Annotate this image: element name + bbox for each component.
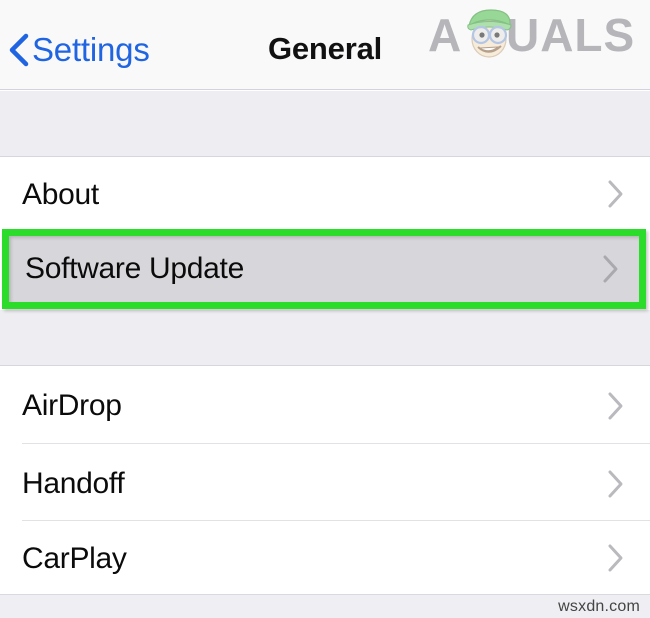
annotation-highlight-software-update: Software Update bbox=[2, 229, 646, 309]
bottom-strip bbox=[0, 594, 650, 618]
group-gap-middle bbox=[0, 310, 650, 366]
navigation-bar: Settings General A PUALS bbox=[0, 0, 650, 90]
list-item-label: Software Update bbox=[25, 252, 244, 285]
list-item-label: CarPlay bbox=[22, 542, 127, 575]
list-item-label: Handoff bbox=[22, 467, 125, 500]
list-item-handoff[interactable]: Handoff bbox=[0, 444, 650, 521]
list-item-label: About bbox=[22, 178, 99, 211]
list-item-airdrop[interactable]: AirDrop bbox=[0, 367, 650, 444]
chevron-right-icon bbox=[608, 544, 623, 572]
group-gap-top bbox=[0, 91, 650, 157]
chevron-right-icon bbox=[603, 255, 618, 283]
list-item-about[interactable]: About bbox=[0, 158, 650, 229]
list-item-carplay[interactable]: CarPlay bbox=[0, 521, 650, 594]
page-title: General bbox=[267, 31, 383, 66]
list-item-software-update[interactable]: Software Update bbox=[9, 236, 639, 302]
list-item-label: AirDrop bbox=[22, 389, 122, 422]
site-watermark: wsxdn.com bbox=[558, 598, 640, 615]
chevron-right-icon bbox=[608, 180, 623, 208]
chevron-right-icon bbox=[608, 470, 623, 498]
chevron-right-icon bbox=[608, 392, 623, 420]
